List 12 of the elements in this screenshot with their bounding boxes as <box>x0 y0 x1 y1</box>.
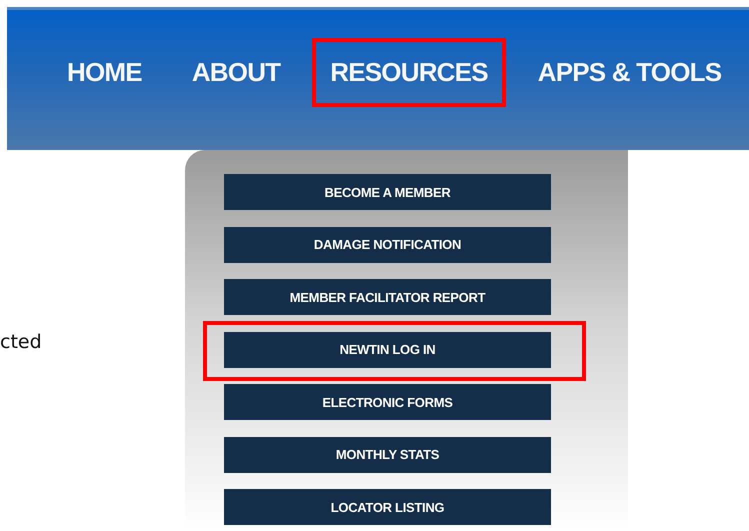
menu-button[interactable]: MONTHLY STATS <box>224 436 551 472</box>
menu-button[interactable]: ELECTRONIC FORMS <box>224 384 551 420</box>
side-text: cted <box>0 331 43 353</box>
menu-button[interactable]: DAMAGE NOTIFICATION <box>224 226 551 262</box>
menu-button[interactable]: LOCATOR LISTING <box>224 489 551 525</box>
menu-button[interactable]: MEMBER FACILITATOR REPORT <box>224 279 551 315</box>
nav-link[interactable]: APPS & TOOLS <box>520 38 740 107</box>
nav-link[interactable]: HOME <box>49 38 160 107</box>
nav-link[interactable]: RESOURCES <box>312 38 506 107</box>
menu-button[interactable]: NEWTIN LOG IN <box>224 332 551 368</box>
nav-link[interactable]: ABOUT <box>174 38 298 107</box>
menu-button[interactable]: BECOME A MEMBER <box>224 174 551 210</box>
